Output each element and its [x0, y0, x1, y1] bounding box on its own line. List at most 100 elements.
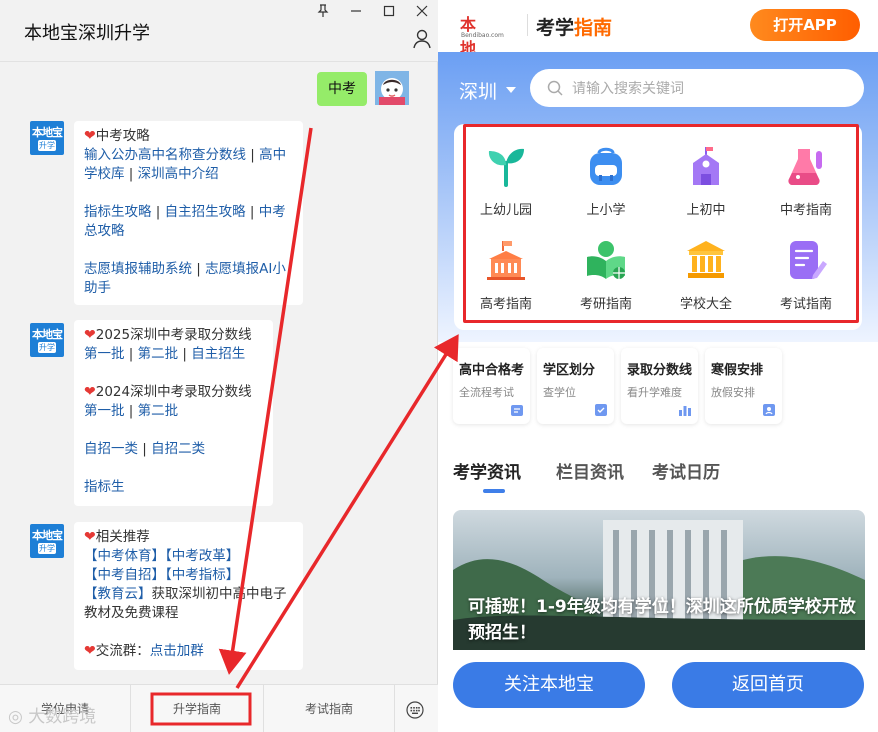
my-avatar[interactable] [375, 71, 409, 105]
link-separator: | [138, 441, 152, 457]
card-line: 自招一类 | 自招二类 [84, 440, 263, 459]
message-area[interactable]: 中考 本地宝 升学 ❤中考攻略 输入公办高中名称查分数线 | 高中学校库 | 深圳高… [0, 62, 438, 684]
active-tab-indicator [483, 489, 505, 493]
link-separator: | [124, 403, 138, 419]
card-link[interactable]: 自招二类 [151, 441, 205, 457]
category-kindergarten[interactable]: 上幼儿园 [458, 143, 554, 233]
bot-avatar[interactable]: 本地宝 升学 [30, 524, 64, 558]
card-link[interactable]: 第一批 [84, 403, 125, 419]
watermark: ◎ 大数跨境 [8, 707, 97, 727]
card-link[interactable]: 【中考体育】 [84, 548, 165, 564]
heart-icon: ❤ [84, 128, 96, 144]
card-line: 总攻略 [84, 222, 293, 241]
profile-icon[interactable] [411, 28, 433, 50]
heart-icon: ❤ [84, 529, 96, 545]
card-line: 助手 [84, 279, 293, 298]
category-exam-guide[interactable]: 考试指南 [758, 237, 854, 327]
bot-avatar[interactable]: 本地宝 升学 [30, 323, 64, 357]
link-separator: | [151, 204, 165, 220]
news-card[interactable]: 可插班！1-9年级均有学位！深圳这所优质学校开放预招生！ [453, 510, 865, 660]
card-link[interactable]: 高中 [259, 147, 286, 163]
keyboard-icon[interactable] [406, 701, 424, 719]
quick-card-subtitle: 全流程考试 [459, 386, 514, 399]
quick-card-school-district[interactable]: 学区划分 查学位 [537, 348, 614, 424]
tab-exam-calendar[interactable]: 考试日历 [652, 458, 720, 483]
watermark-text: 大数跨境 [28, 707, 97, 727]
card-link[interactable]: 指标生 [84, 479, 125, 495]
category-primary-school[interactable]: 上小学 [558, 143, 654, 233]
close-icon[interactable] [412, 4, 432, 22]
card-link[interactable]: 第二批 [138, 403, 179, 419]
home-button[interactable]: 返回首页 [672, 662, 864, 708]
heart-icon: ❤ [84, 384, 96, 400]
globe-book-icon [587, 241, 625, 279]
flask-icon [788, 149, 822, 186]
link-separator: | [192, 261, 206, 277]
logo-divider [527, 14, 528, 36]
card-line: 【中考自招】【中考指标】 [84, 566, 293, 585]
app-top-bar: 本地宝 Bendibao.com 考学指南 打开APP [438, 0, 878, 82]
open-app-button[interactable]: 打开APP [750, 9, 860, 41]
card-line: 【教育云】获取深圳初中高中电子 [84, 585, 293, 604]
card-link[interactable]: 第一批 [84, 346, 125, 362]
category-label: 考研指南 [579, 297, 632, 312]
card-link[interactable]: 【中考指标】 [165, 567, 239, 583]
quick-card-title: 高中合格考 [459, 363, 525, 378]
category-grid: 上幼儿园 上小学 上初中 中考指南 高考指南 考研指南 学校大全 考试指南 [454, 124, 862, 330]
card-link[interactable]: 自招一类 [84, 441, 138, 457]
card-line: 指标生 [84, 478, 263, 497]
minimize-icon[interactable] [346, 4, 366, 22]
card-link[interactable]: 自主招生 [191, 346, 245, 362]
category-gaokao-guide[interactable]: 高考指南 [458, 237, 554, 327]
location-icon [595, 404, 607, 416]
caret-down-icon[interactable] [506, 87, 516, 93]
category-school-directory[interactable]: 学校大全 [658, 237, 754, 327]
category-zhongkao-guide[interactable]: 中考指南 [758, 143, 854, 233]
card-link[interactable]: 学校库 [84, 166, 125, 182]
bot-avatar[interactable]: 本地宝 升学 [30, 121, 64, 155]
quick-card-subtitle: 放假安排 [711, 386, 755, 399]
campus-icon [487, 241, 525, 280]
card-link[interactable]: 点击加群 [150, 643, 204, 659]
city-selector[interactable]: 深圳 [459, 77, 497, 104]
card-link[interactable]: 【中考自招】 [84, 567, 165, 583]
card-link[interactable]: 输入公办高中名称查分数线 [84, 147, 246, 163]
pin-icon[interactable] [313, 4, 333, 22]
category-kaoyan-guide[interactable]: 考研指南 [558, 237, 654, 327]
card-link[interactable]: 志愿填报AI小 [205, 261, 286, 277]
card-link[interactable]: 第二批 [138, 346, 179, 362]
category-middle-school[interactable]: 上初中 [658, 143, 754, 233]
menu-divider [394, 685, 395, 732]
quick-card-admission-score[interactable]: 录取分数线 看升学难度 [621, 348, 698, 424]
card-line: ❤中考攻略 [84, 127, 293, 146]
tab-exam-news[interactable]: 考学资讯 [453, 458, 521, 483]
card-link[interactable]: 【中考改革】 [165, 548, 239, 564]
card-link[interactable]: 助手 [84, 280, 111, 296]
card-link[interactable]: 志愿填报辅助系统 [84, 261, 192, 277]
card-link[interactable]: 深圳高中介绍 [138, 166, 219, 182]
link-separator: | [178, 346, 192, 362]
maximize-icon[interactable] [379, 4, 399, 22]
chat-header: 本地宝深圳升学 [0, 0, 438, 62]
card-line: 志愿填报辅助系统 | 志愿填报AI小 [84, 260, 293, 279]
screenshot-stage: 本地宝深圳升学 中考 本地宝 升学 ❤中考攻略 输入公办高中名称查分数线 | 高… [0, 0, 878, 732]
card-text: 教材及免费课程 [84, 605, 179, 621]
follow-button[interactable]: 关注本地宝 [453, 662, 645, 708]
quick-card-hegekao[interactable]: 高中合格考 全流程考试 [453, 348, 530, 424]
card-text: 2025深圳中考录取分数线 [95, 327, 252, 343]
card-text: 交流群： [95, 643, 150, 659]
schoolbag-icon [590, 147, 622, 185]
card-link[interactable]: 总攻略 [84, 223, 125, 239]
calendar-icon [511, 405, 523, 416]
search-input[interactable]: 请输入搜索关键词 [530, 69, 864, 107]
quick-card-winter-break[interactable]: 寒假安排 放假安排 [705, 348, 782, 424]
card-link[interactable]: 【教育云】 [84, 586, 152, 602]
card-link[interactable]: 指标生攻略 [84, 204, 152, 220]
card-link[interactable]: 自主招生攻略 [165, 204, 246, 220]
menu-tab-exam-guide[interactable]: 考试指南 [264, 685, 394, 732]
menu-tab-school-guide[interactable]: 升学指南 [131, 685, 263, 732]
card-link[interactable]: 中考 [259, 204, 286, 220]
link-separator: | [245, 204, 259, 220]
tab-column-news[interactable]: 栏目资讯 [556, 458, 624, 483]
hero-banner: 深圳 请输入搜索关键词 上幼儿园 上小学 上初中 中考指南 高考指南 考研指南 … [438, 52, 878, 342]
